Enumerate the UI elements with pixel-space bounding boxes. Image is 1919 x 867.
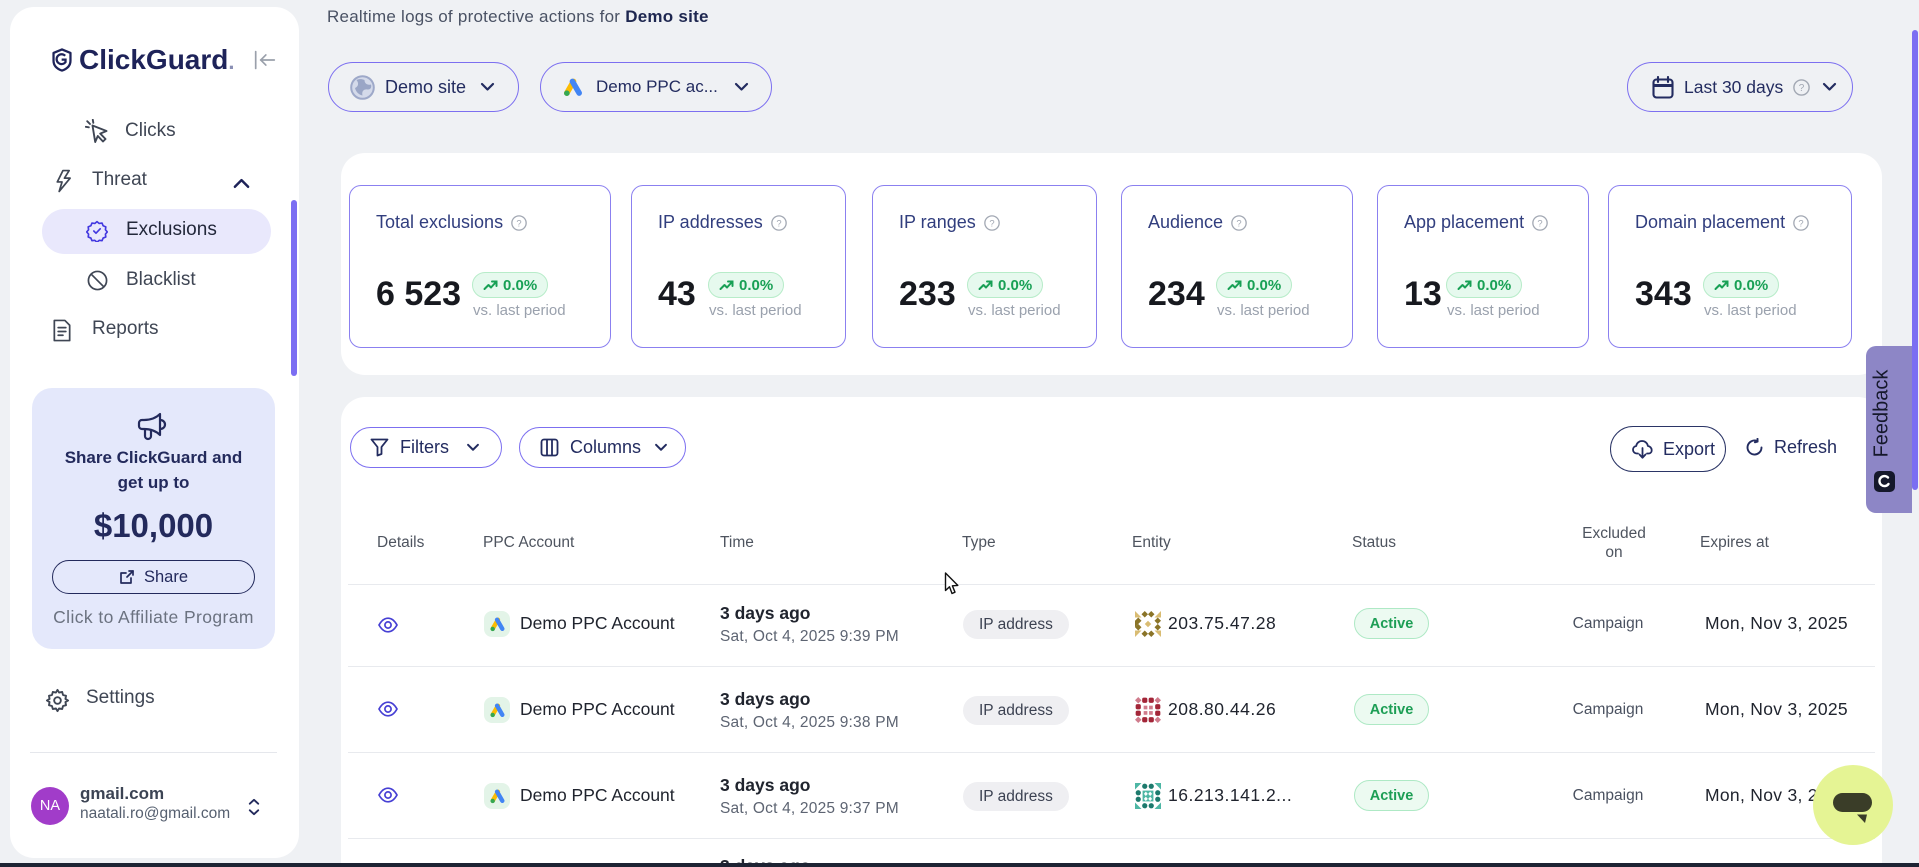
- svg-text:?: ?: [989, 217, 994, 228]
- svg-text:?: ?: [776, 217, 781, 228]
- svg-text:?: ?: [516, 217, 521, 228]
- svg-text:?: ?: [1799, 83, 1805, 94]
- svg-text:?: ?: [1537, 217, 1542, 228]
- svg-text:?: ?: [1236, 217, 1241, 228]
- svg-text:?: ?: [1798, 217, 1803, 228]
